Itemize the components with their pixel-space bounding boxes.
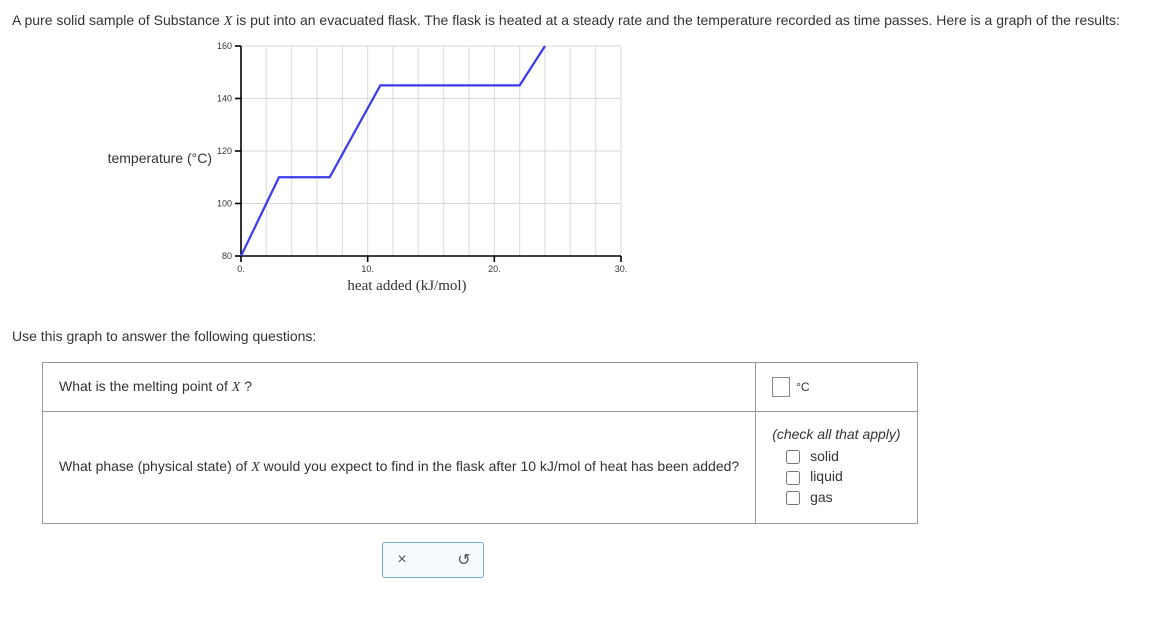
xtick-20: 20. xyxy=(488,264,501,274)
option-gas-label: gas xyxy=(810,489,833,505)
melting-point-input[interactable] xyxy=(772,377,790,397)
xtick-30: 30. xyxy=(615,264,627,274)
check-all-hint: (check all that apply) xyxy=(772,426,900,442)
checkbox-liquid[interactable] xyxy=(786,471,800,485)
heating-curve-chart: 160 140 120 100 80 0. 10. 20. 30. xyxy=(217,40,627,274)
close-icon: × xyxy=(397,551,406,569)
xtick-0: 0. xyxy=(237,264,245,274)
ytick-100: 100 xyxy=(217,199,232,209)
unit-label: °C xyxy=(796,380,809,394)
instructions-text: Use this graph to answer the following q… xyxy=(12,328,1155,344)
ytick-120: 120 xyxy=(217,146,232,156)
clear-button[interactable]: × xyxy=(391,549,413,571)
checkbox-gas[interactable] xyxy=(786,491,800,505)
option-solid-label: solid xyxy=(810,448,839,464)
q1-prompt-cell: What is the melting point of X ? xyxy=(43,363,756,412)
option-liquid-label: liquid xyxy=(810,468,843,484)
questions-table: What is the melting point of X ? °C What… xyxy=(42,362,918,524)
action-button-bar: × ↺ xyxy=(382,542,484,578)
ytick-80: 80 xyxy=(222,251,232,261)
q2-answer-cell: (check all that apply) solid liquid gas xyxy=(756,412,917,524)
q2-prompt-cell: What phase (physical state) of X would y… xyxy=(43,412,756,524)
checkbox-solid[interactable] xyxy=(786,450,800,464)
chart-area: temperature (°C) xyxy=(12,40,632,310)
reset-button[interactable]: ↺ xyxy=(453,549,475,571)
q1-answer-cell: °C xyxy=(756,363,917,412)
ytick-140: 140 xyxy=(217,94,232,104)
question-intro: A pure solid sample of Substance X is pu… xyxy=(12,10,1155,32)
reset-icon: ↺ xyxy=(457,550,470,570)
chart-x-axis-label: heat added (kJ/mol) xyxy=(217,278,597,295)
xtick-10: 10. xyxy=(361,264,374,274)
chart-y-axis-label: temperature (°C) xyxy=(12,150,212,166)
ytick-160: 160 xyxy=(217,41,232,51)
